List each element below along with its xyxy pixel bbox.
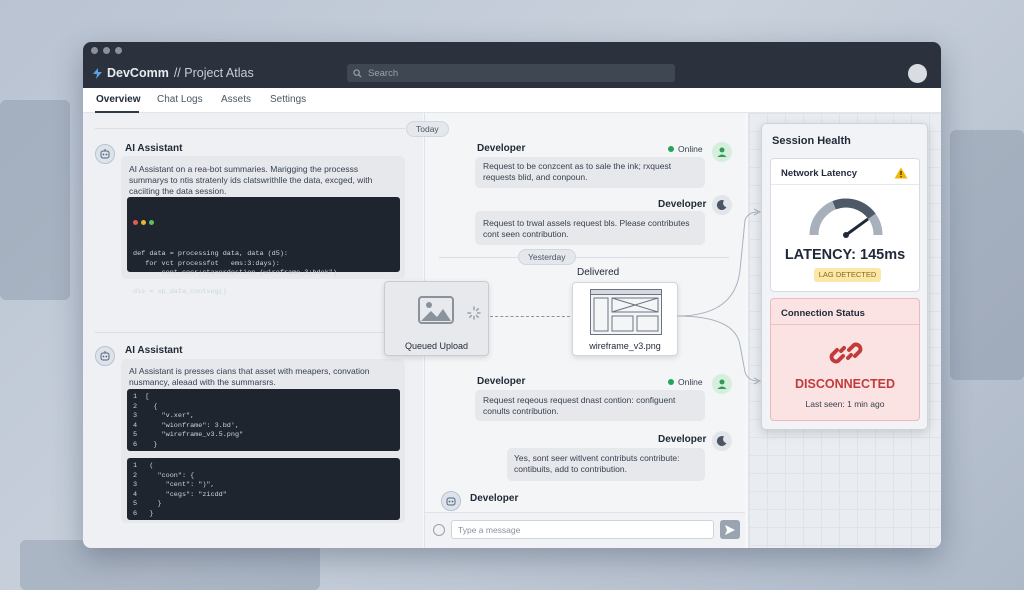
connection-sep xyxy=(771,324,919,325)
connection-value: DISCONNECTED xyxy=(794,377,895,391)
session-health-title: Session Health xyxy=(772,135,851,147)
session-health-panel: Session Health Network Latency LATENCY: … xyxy=(761,123,928,430)
gauge-needle xyxy=(844,218,869,237)
connection-title: Connection Status xyxy=(781,308,865,319)
connection-status-card: Connection Status DISCONNECTED Last seen… xyxy=(770,298,920,421)
link-broken-icon xyxy=(829,342,863,364)
latency-value: LATENCY: 145ms xyxy=(784,247,906,263)
latency-sep xyxy=(771,184,919,185)
network-latency-card: Network Latency LATENCY: 145ms LAG DETEC… xyxy=(770,158,920,292)
gauge-fill xyxy=(832,198,876,220)
last-seen: Last seen: 1 min ago xyxy=(805,399,885,409)
warning-icon xyxy=(894,167,908,179)
latency-gauge xyxy=(809,198,883,238)
latency-title: Network Latency xyxy=(781,168,858,179)
lag-detected-badge: LAG DETECTED xyxy=(814,268,881,282)
gauge-hub xyxy=(843,232,849,238)
